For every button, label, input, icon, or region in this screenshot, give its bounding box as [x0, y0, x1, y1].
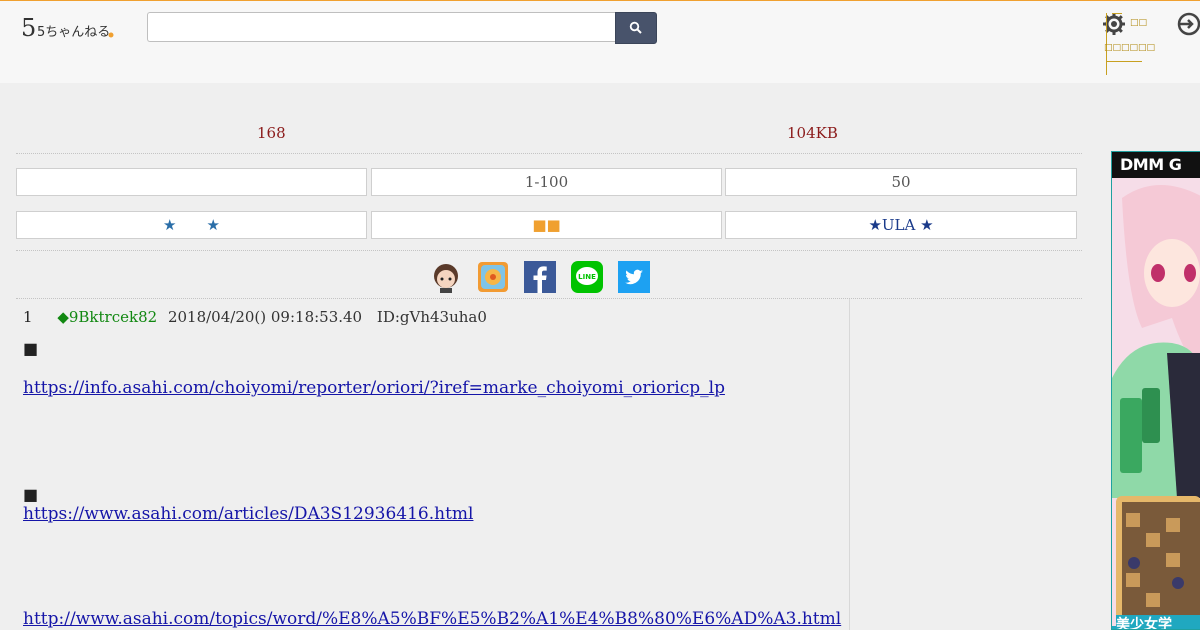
- line-icon[interactable]: LINE: [571, 261, 603, 293]
- post-bullet: ■: [23, 485, 39, 504]
- divider: [16, 250, 1082, 251]
- search-button[interactable]: [615, 12, 657, 44]
- post-number[interactable]: 1: [23, 308, 33, 326]
- logo-text: 5ちゃんねる: [37, 25, 110, 40]
- site-header: 5 5ちゃんねる □□ □□□□□□: [0, 0, 1200, 83]
- nav-all-button[interactable]: [16, 168, 367, 196]
- settings-menu[interactable]: □□ □□□□□□: [1104, 11, 1156, 77]
- nav-ula-button[interactable]: ★ULA ★: [725, 211, 1077, 239]
- logo-digit: 5: [21, 14, 36, 42]
- post-date: 2018/04/20() 09:18:53.40: [167, 308, 363, 326]
- hatena-avatar-icon[interactable]: [430, 261, 462, 293]
- twitter-icon[interactable]: [618, 261, 650, 293]
- post-link[interactable]: https://www.asahi.com/articles/DA3S12936…: [23, 504, 473, 524]
- thread-info: 168 104KB: [16, 124, 1080, 144]
- nav-square-button[interactable]: ■■: [371, 211, 722, 239]
- post-link[interactable]: https://info.asahi.com/choiyomi/reporter…: [23, 378, 725, 398]
- post-id[interactable]: ID:gVh43uha0: [377, 308, 487, 326]
- svg-text:LINE: LINE: [578, 273, 596, 281]
- search-input[interactable]: [147, 12, 615, 42]
- side-advertisement[interactable]: DMM G 美少女学: [1111, 151, 1200, 630]
- post-header: 1 ◆9Bktrcek82 2018/04/20() 09:18:53.40 I…: [23, 308, 487, 326]
- ad-tagline: 美少女学: [1116, 615, 1200, 629]
- post-link[interactable]: http://www.asahi.com/topics/word/%E8%A5%…: [23, 609, 841, 629]
- ad-artwork: [1112, 178, 1200, 629]
- settings-sublabel: □□□□□□: [1104, 43, 1156, 53]
- facebook-icon[interactable]: [524, 261, 556, 293]
- site-logo[interactable]: 5 5ちゃんねる: [20, 13, 116, 43]
- post-trip: ◆9Bktrcek82: [57, 308, 158, 326]
- ad-brand: DMM G: [1112, 152, 1200, 178]
- login-icon[interactable]: [1176, 11, 1200, 37]
- pocket-icon[interactable]: [477, 261, 509, 293]
- post: 1 ◆9Bktrcek82 2018/04/20() 09:18:53.40 I…: [15, 299, 850, 630]
- nav-first-100-button[interactable]: 1-100: [371, 168, 722, 196]
- post-count: 168: [257, 124, 286, 142]
- nav-star-button[interactable]: ★ ★: [16, 211, 367, 239]
- nav-latest-50-button[interactable]: 50: [725, 168, 1077, 196]
- magnifier-icon: [629, 21, 642, 34]
- divider: [16, 153, 1082, 154]
- thread-size: 104KB: [787, 124, 838, 142]
- share-buttons: LINE: [430, 261, 660, 293]
- settings-label: □□: [1130, 18, 1148, 28]
- post-bullet: ■: [23, 339, 39, 358]
